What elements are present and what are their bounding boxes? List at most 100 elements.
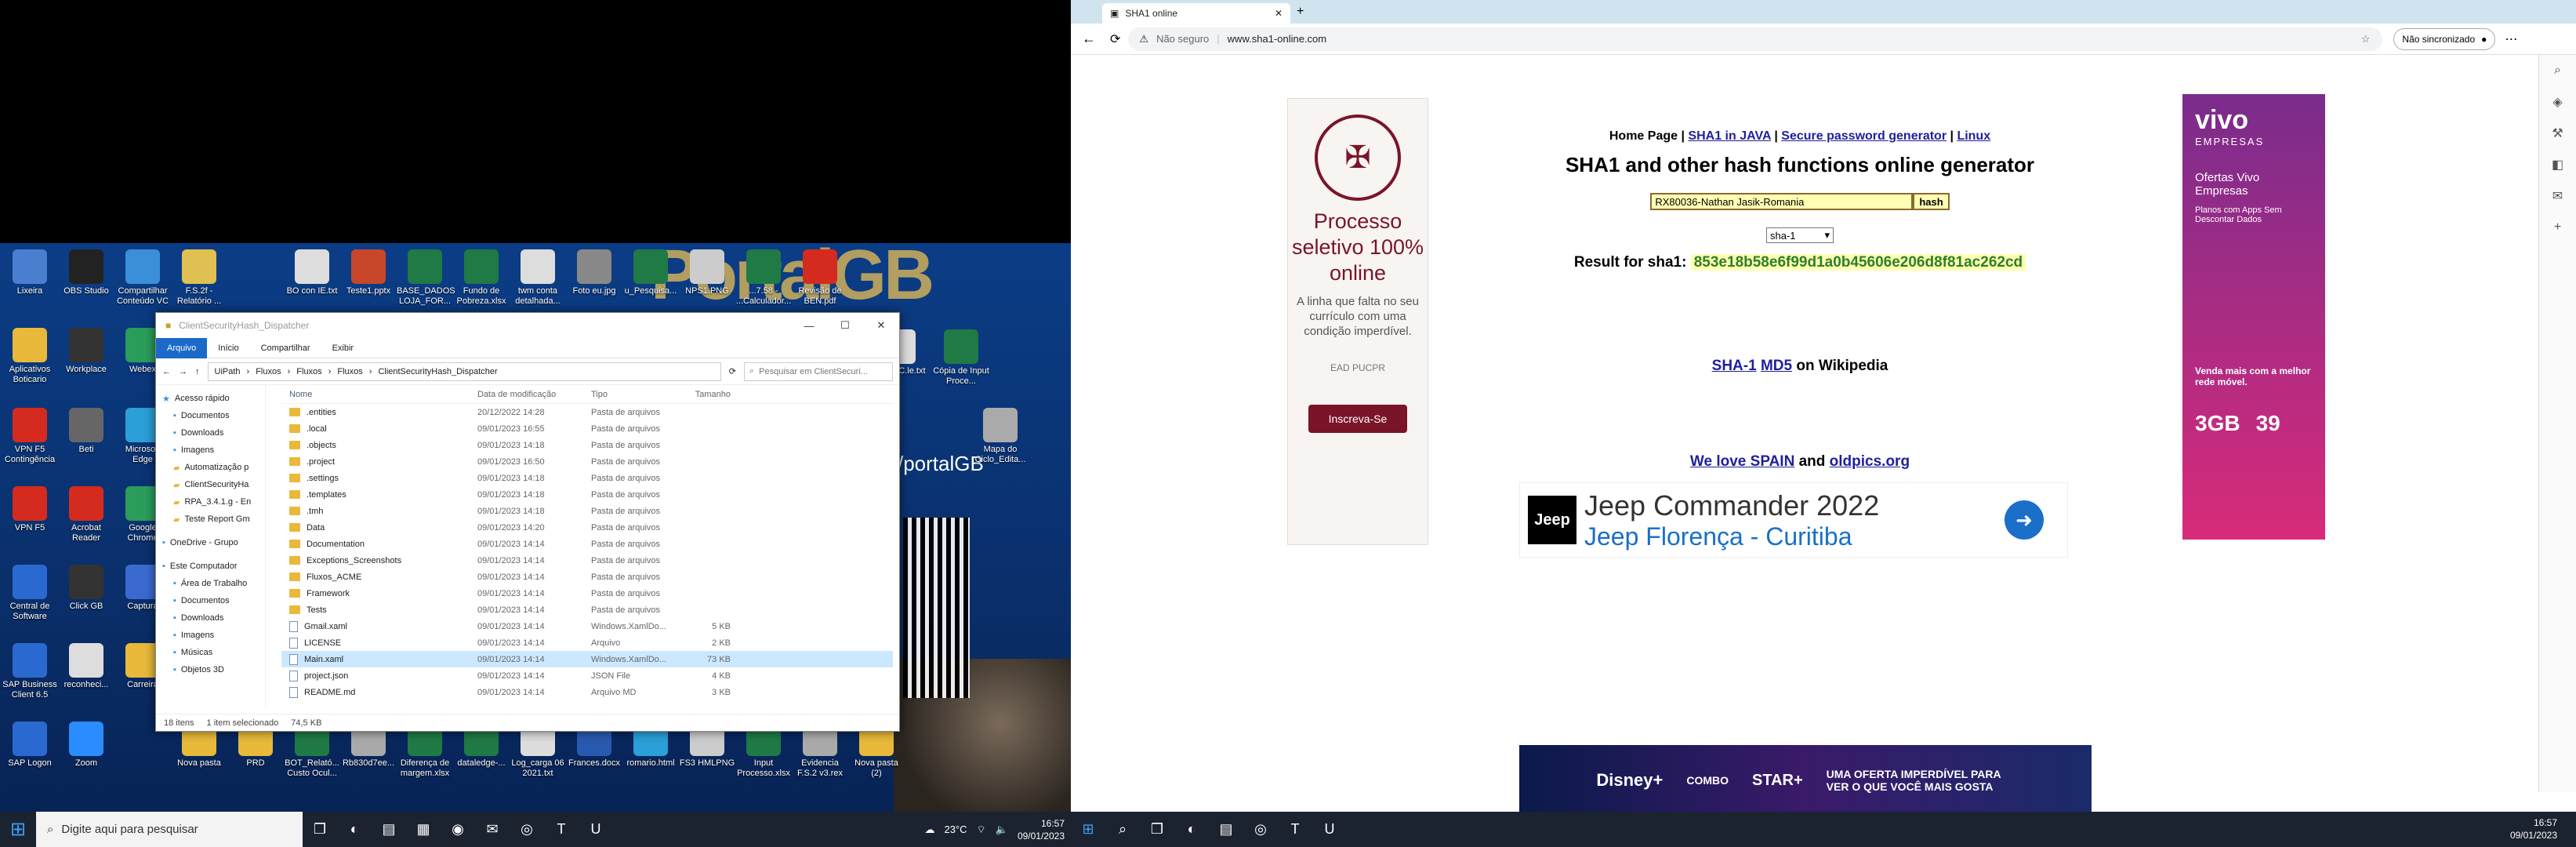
breadcrumb-item[interactable]: UiPath: [215, 367, 241, 376]
ad-cta-button[interactable]: Inscreva-Se: [1308, 405, 1407, 433]
desktop-icon[interactable]: Workplace: [58, 328, 114, 375]
arrow-right-icon[interactable]: ➜: [2005, 500, 2044, 540]
forward-arrow-icon[interactable]: →: [179, 367, 187, 376]
search-icon[interactable]: ⌕: [2539, 55, 2576, 86]
desktop-icon[interactable]: SAP Logon: [2, 722, 58, 769]
nav-item[interactable]: ▰ RPA_3.4.1.g - En: [156, 493, 265, 511]
favorites-star-icon[interactable]: ☆: [2361, 33, 2371, 45]
desktop-icon[interactable]: VPN F5: [2, 486, 58, 533]
more-menu-icon[interactable]: ⋯: [2505, 31, 2517, 47]
desktop-icon[interactable]: Beti: [58, 408, 114, 455]
jeep-ad[interactable]: Jeep Jeep Commander 2022 Jeep Florença -…: [1519, 482, 2068, 558]
task-view-icon[interactable]: ❐: [1140, 812, 1174, 847]
desktop-icon[interactable]: Mapa do Ciclo_Edita...: [972, 408, 1029, 465]
desktop-icon[interactable]: Teste1.pptx: [340, 249, 397, 296]
breadcrumb-item[interactable]: Fluxos: [337, 367, 362, 376]
nav-item[interactable]: ▪ Imagens: [156, 442, 265, 459]
linux-link[interactable]: Linux: [1957, 129, 1990, 143]
desktop-icon[interactable]: u_Pesquisa...: [622, 249, 679, 296]
volume-icon[interactable]: 🔈: [996, 823, 1008, 836]
desktop-icon[interactable]: Foto eu.jpg: [566, 249, 622, 296]
column-header-date[interactable]: Data de modificação: [477, 390, 591, 399]
desktop-icon[interactable]: F.S.2f - Relatório ...: [171, 249, 227, 307]
nav-item[interactable]: ★ Acesso rápido: [156, 390, 265, 407]
desktop-icon[interactable]: ...7.58 - ...Calculador...: [735, 249, 792, 307]
breadcrumb-item[interactable]: Fluxos: [296, 367, 321, 376]
breadcrumb-item[interactable]: Fluxos: [256, 367, 281, 376]
windows-start-icon[interactable]: ⊞: [1071, 812, 1105, 847]
file-row[interactable]: .templates 09/01/2023 14:18 Pasta de arqui…: [281, 486, 893, 503]
desktop-icon[interactable]: Revisão de BEN.pdf: [792, 249, 848, 307]
file-row[interactable]: project.json 09/01/2023 14:14 JSON File 4 K…: [281, 667, 893, 684]
nav-item[interactable]: ▪ Imagens: [156, 627, 265, 644]
maximize-button[interactable]: ☐: [827, 313, 863, 338]
teams-icon[interactable]: T: [544, 812, 579, 847]
algorithm-select[interactable]: sha-1 ▾: [1766, 227, 1834, 243]
file-row[interactable]: Tests 09/01/2023 14:14 Pasta de arquivos: [281, 602, 893, 618]
store-icon[interactable]: ▦: [406, 812, 441, 847]
desktop-icon[interactable]: VPN F5 Contingência: [2, 408, 58, 465]
disney-ad[interactable]: Disney+ COMBO STAR+ UMA OFERTA IMPERDÍVE…: [1519, 745, 2092, 816]
tools-icon[interactable]: ⚒: [2539, 118, 2576, 149]
nav-item[interactable]: ▪ Downloads: [156, 424, 265, 442]
outlook-icon[interactable]: ✉: [475, 812, 510, 847]
back-arrow-icon[interactable]: ←: [1082, 31, 1096, 47]
ribbon-tab-compartilhar[interactable]: Compartilhar: [250, 344, 321, 353]
desktop-icon[interactable]: Lixeira: [2, 249, 58, 296]
refresh-icon[interactable]: ⟳: [729, 366, 736, 376]
weather-temp[interactable]: 23°C: [944, 823, 967, 835]
file-explorer-icon[interactable]: ▤: [1209, 812, 1243, 847]
address-bar[interactable]: ⚠ Não seguro | www.sha1-online.com ☆: [1128, 27, 2383, 51]
close-tab-icon[interactable]: ✕: [1275, 8, 1283, 19]
minimize-button[interactable]: —: [791, 313, 827, 338]
wifi-icon[interactable]: ⌔: [977, 823, 986, 836]
hash-button[interactable]: hash: [1913, 193, 1950, 210]
ribbon-tab-inicio[interactable]: Início: [207, 344, 249, 353]
desktop-icon[interactable]: OBS Studio: [58, 249, 114, 296]
uipath-icon[interactable]: U: [579, 812, 613, 847]
desktop-icon[interactable]: Acrobat Reader: [58, 486, 114, 543]
oldpics-link[interactable]: oldpics.org: [1830, 453, 1910, 470]
firefox-icon[interactable]: ◉: [441, 812, 475, 847]
office-icon[interactable]: ◧: [2539, 149, 2576, 180]
desktop-icon[interactable]: NPS1.PNG: [679, 249, 735, 296]
desktop-icon[interactable]: Zoom: [58, 722, 114, 769]
md5-wiki-link[interactable]: MD5: [1761, 358, 1792, 374]
nav-item[interactable]: ▪ Área de Trabalho: [156, 575, 265, 592]
file-row[interactable]: .project 09/01/2023 16:50 Pasta de arquivo…: [281, 453, 893, 470]
desktop-icon[interactable]: reconheci...: [58, 643, 114, 690]
new-tab-icon[interactable]: +: [1297, 5, 1304, 19]
profile-sync-button[interactable]: Não sincronizado ●: [2393, 27, 2496, 50]
nav-item[interactable]: ▪ OneDrive - Grupo: [156, 534, 265, 551]
uipath-icon[interactable]: U: [1312, 812, 1347, 847]
hash-input-field[interactable]: RX80036-Nathan Jasik-Romania: [1650, 193, 1914, 210]
desktop-icon[interactable]: Central de Software: [2, 565, 58, 622]
taskbar-clock[interactable]: 16:57 09/01/2023: [1018, 817, 1065, 842]
desktop-icon[interactable]: Aplicativos Boticario: [2, 328, 58, 385]
file-row[interactable]: Exceptions_Screenshots 09/01/2023 14:14 Pa…: [281, 552, 893, 569]
file-row[interactable]: .tmh 09/01/2023 14:18 Pasta de arquivos: [281, 503, 893, 519]
search-icon[interactable]: ⌕: [1105, 812, 1140, 847]
file-row[interactable]: README.md 09/01/2023 14:14 Arquivo MD 3 KB: [281, 684, 893, 700]
explorer-title-bar[interactable]: ■ ClientSecurityHash_Dispatcher — ☐ ✕: [156, 313, 899, 338]
browser-tab-active[interactable]: ▣ SHA1 online ✕: [1102, 3, 1290, 24]
desktop-icon[interactable]: Click GB: [58, 565, 114, 612]
taskbar-search-box[interactable]: ⌕ Digite aqui para pesquisar: [36, 812, 303, 847]
file-row[interactable]: LICENSE 09/01/2023 14:14 Arquivo 2 KB: [281, 634, 893, 651]
column-header-size[interactable]: Tamanho: [684, 390, 731, 399]
file-row[interactable]: Documentation 09/01/2023 14:14 Pasta de ar…: [281, 536, 893, 552]
nav-item[interactable]: ▪ Este Computador: [156, 558, 265, 575]
nav-item[interactable]: ▪ Objetos 3D: [156, 661, 265, 678]
column-header-name[interactable]: Nome: [281, 390, 477, 399]
desktop-icon[interactable]: BO con IE.txt: [284, 249, 340, 296]
nav-item[interactable]: ▰ ClientSecurityHa: [156, 476, 265, 493]
breadcrumb-item[interactable]: ClientSecurityHash_Dispatcher: [378, 367, 497, 376]
windows-start-icon[interactable]: ⊞: [0, 812, 36, 847]
close-button[interactable]: ✕: [863, 313, 899, 338]
desktop-icon[interactable]: Compartilhar Conteúdo VC: [114, 249, 171, 307]
edge-icon[interactable]: ◐: [337, 812, 372, 847]
ribbon-tab-exibir[interactable]: Exibir: [321, 344, 365, 353]
file-row[interactable]: .local 09/01/2023 16:55 Pasta de arquivos: [281, 420, 893, 437]
explorer-search-input[interactable]: ⌕ Pesquisar em ClientSecuri...: [744, 362, 893, 381]
file-row[interactable]: Gmail.xaml 09/01/2023 14:14 Windows.XamlDo…: [281, 618, 893, 634]
